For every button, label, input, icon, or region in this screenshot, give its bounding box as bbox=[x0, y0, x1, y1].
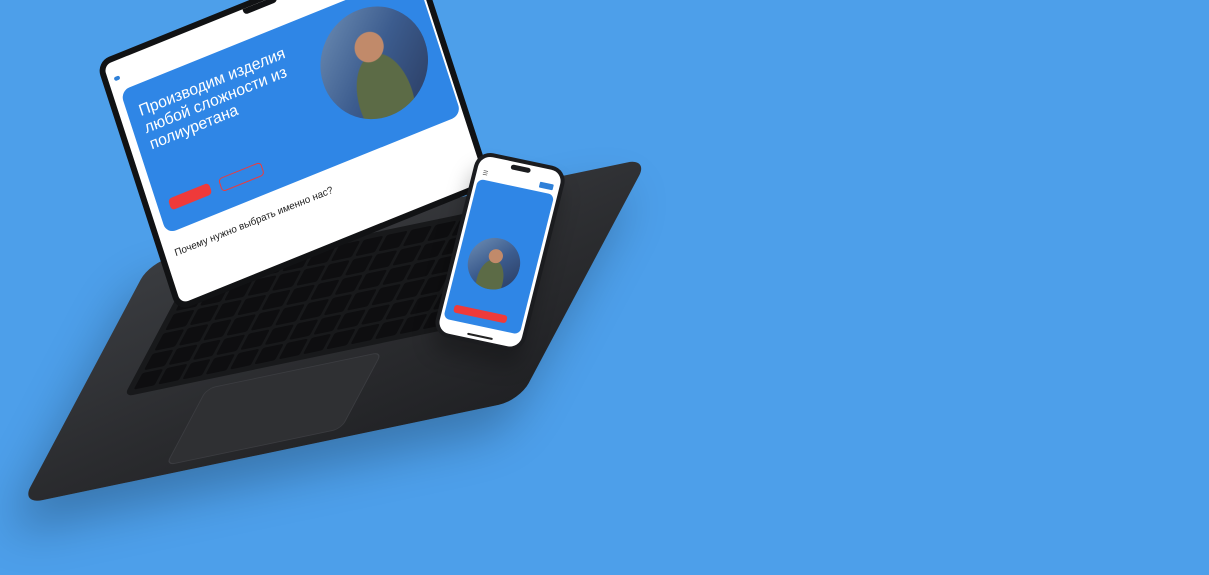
hamburger-icon[interactable]: ☰ bbox=[482, 170, 489, 178]
mockup-scene: Производим изделия любой сложности из по… bbox=[0, 0, 1209, 575]
phone-hero-title bbox=[481, 184, 546, 198]
hero-banner: Производим изделия любой сложности из по… bbox=[120, 0, 462, 235]
home-indicator bbox=[467, 332, 493, 341]
phone-hero-subtitle bbox=[475, 209, 534, 221]
dynamic-island bbox=[510, 164, 532, 174]
phone-hero-photo bbox=[462, 233, 526, 295]
hero-photo bbox=[306, 0, 443, 136]
site-logo[interactable] bbox=[113, 75, 121, 82]
phone-logo[interactable] bbox=[538, 181, 554, 191]
phone-hero-button[interactable] bbox=[453, 304, 508, 324]
hero-secondary-button[interactable] bbox=[217, 161, 265, 193]
hero-primary-button[interactable] bbox=[167, 182, 213, 211]
